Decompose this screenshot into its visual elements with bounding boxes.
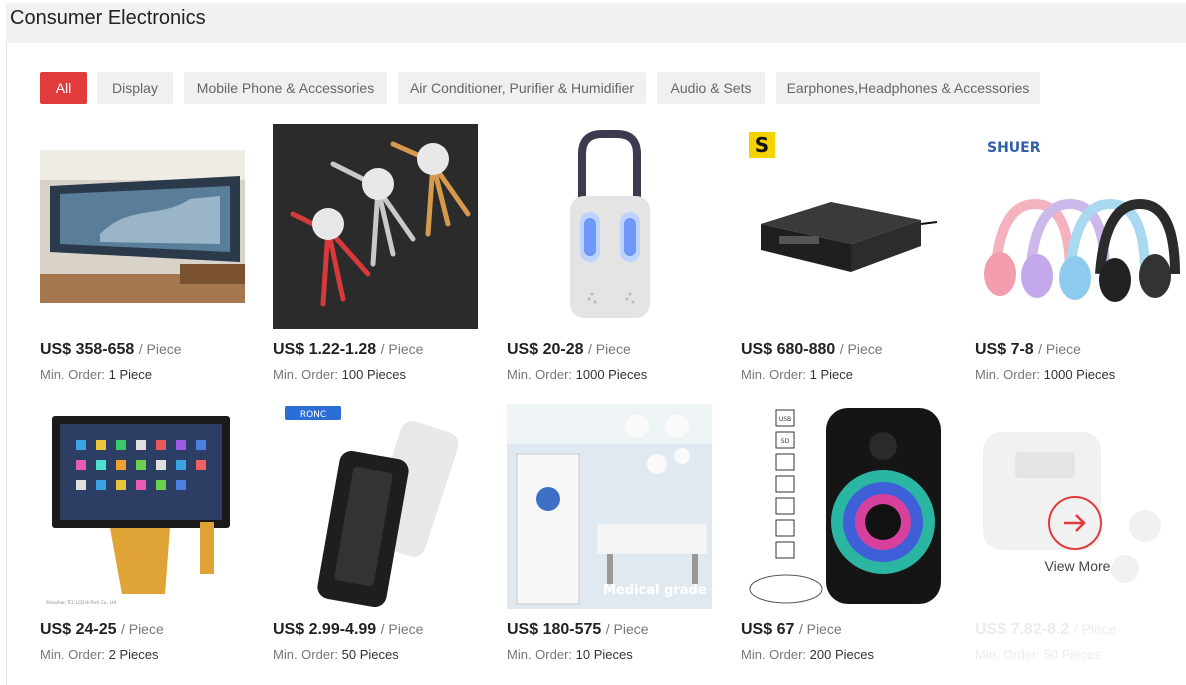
price: US$ 1.22-1.28 xyxy=(273,341,377,358)
usb-feature-icon: USB xyxy=(779,416,791,423)
tab-air-conditioner-purifier-humidifier[interactable]: Air Conditioner, Purifier & Humidifier xyxy=(398,72,646,104)
price: US$ 7.82-8.2 xyxy=(975,621,1070,638)
price: US$ 358-658 xyxy=(40,341,135,358)
price-line: US$ 2.99-4.99 / Piece xyxy=(273,621,423,639)
min-order-value: 50 Pieces xyxy=(341,647,399,662)
min-order-label: Min. Order: xyxy=(975,367,1041,382)
product-image[interactable]: USB SD xyxy=(741,404,946,609)
product-image[interactable] xyxy=(40,124,245,329)
min-order: Min. Order: 50 Pieces xyxy=(273,647,399,662)
min-order: Min. Order: 10 Pieces xyxy=(507,647,633,662)
sd-feature-icon: SD xyxy=(781,438,790,445)
brand-logo-mark: S xyxy=(755,133,769,157)
supplier-caption: Shenzhen TCC LCD Hi-Tech Co., Ltd xyxy=(46,600,117,605)
section-border xyxy=(6,43,7,685)
min-order-value: 1 Piece xyxy=(108,367,153,382)
price-unit: / Piece xyxy=(1073,621,1117,637)
min-order: Min. Order: 50 Pieces xyxy=(975,647,1101,662)
min-order-label: Min. Order: xyxy=(273,647,339,662)
price: US$ 7-8 xyxy=(975,341,1034,358)
product-image[interactable] xyxy=(273,124,478,329)
min-order: Min. Order: 2 Pieces xyxy=(40,647,159,662)
price-unit: / Piece xyxy=(1038,341,1081,357)
price-unit: / Piece xyxy=(605,621,649,637)
min-order-value: 1000 Pieces xyxy=(575,367,648,382)
min-order-label: Min. Order: xyxy=(507,367,573,382)
product-image[interactable]: RONC xyxy=(273,404,478,609)
tab-earphones-headphones-accessories[interactable]: Earphones,Headphones & Accessories xyxy=(776,72,1040,104)
min-order: Min. Order: 1 Piece xyxy=(741,367,853,382)
price-line: US$ 7-8 / Piece xyxy=(975,341,1081,359)
min-order-label: Min. Order: xyxy=(741,647,807,662)
product-image[interactable]: S xyxy=(741,124,946,329)
price: US$ 2.99-4.99 xyxy=(273,621,377,638)
price: US$ 24-25 xyxy=(40,621,117,638)
price-unit: / Piece xyxy=(138,341,182,357)
min-order-label: Min. Order: xyxy=(40,367,106,382)
price-line: US$ 180-575 / Piece xyxy=(507,621,649,639)
product-image[interactable]: SHUER xyxy=(975,124,1180,329)
price-unit: / Piece xyxy=(798,621,842,637)
min-order: Min. Order: 200 Pieces xyxy=(741,647,874,662)
tab-display[interactable]: Display xyxy=(97,72,173,104)
price: US$ 67 xyxy=(741,621,795,638)
min-order: Min. Order: 1 Piece xyxy=(40,367,152,382)
price-line: US$ 1.22-1.28 / Piece xyxy=(273,341,423,359)
price: US$ 180-575 xyxy=(507,621,602,638)
min-order-label: Min. Order: xyxy=(975,647,1041,662)
price-line: US$ 7.82-8.2 / Piece xyxy=(975,621,1117,639)
section-title: Consumer Electronics xyxy=(10,7,206,29)
min-order-label: Min. Order: xyxy=(40,647,106,662)
product-image[interactable] xyxy=(507,124,712,329)
price: US$ 20-28 xyxy=(507,341,584,358)
price-unit: / Piece xyxy=(839,341,883,357)
view-more-button[interactable]: View More xyxy=(975,404,1180,609)
price: US$ 680-880 xyxy=(741,341,836,358)
tab-audio-sets[interactable]: Audio & Sets xyxy=(657,72,765,104)
min-order-value: 1000 Pieces xyxy=(1043,367,1116,382)
brand-label: RONC xyxy=(300,410,326,420)
min-order-value: 10 Pieces xyxy=(575,647,633,662)
min-order-value: 50 Pieces xyxy=(1043,647,1101,662)
price-unit: / Piece xyxy=(120,621,164,637)
min-order-value: 200 Pieces xyxy=(809,647,874,662)
price-line: US$ 358-658 / Piece xyxy=(40,341,182,359)
min-order-label: Min. Order: xyxy=(273,367,339,382)
min-order-label: Min. Order: xyxy=(741,367,807,382)
section-header: Consumer Electronics xyxy=(6,3,1186,43)
min-order-label: Min. Order: xyxy=(507,647,573,662)
tab-all[interactable]: All xyxy=(40,72,87,104)
min-order-value: 1 Piece xyxy=(809,367,854,382)
min-order: Min. Order: 1000 Pieces xyxy=(507,367,647,382)
min-order: Min. Order: 100 Pieces xyxy=(273,367,406,382)
price-line: US$ 20-28 / Piece xyxy=(507,341,631,359)
tab-mobile-phone-accessories[interactable]: Mobile Phone & Accessories xyxy=(184,72,387,104)
product-image[interactable]: Shenzhen TCC LCD Hi-Tech Co., Ltd xyxy=(40,404,245,609)
price-unit: / Piece xyxy=(587,341,631,357)
price-line: US$ 680-880 / Piece xyxy=(741,341,883,359)
medical-grade-caption: Medical grade xyxy=(603,583,707,598)
brand-label: SHUER xyxy=(987,140,1041,156)
price-unit: / Piece xyxy=(380,341,424,357)
min-order-value: 2 Pieces xyxy=(108,647,159,662)
price-line: US$ 24-25 / Piece xyxy=(40,621,164,639)
min-order-value: 100 Pieces xyxy=(341,367,406,382)
arrow-right-icon xyxy=(1048,496,1102,550)
min-order: Min. Order: 1000 Pieces xyxy=(975,367,1115,382)
product-image[interactable]: Medical grade xyxy=(507,404,712,609)
price-unit: / Piece xyxy=(380,621,424,637)
brand-logo-icon: S xyxy=(749,132,775,158)
view-more-label: View More xyxy=(1044,558,1111,574)
price-line: US$ 67 / Piece xyxy=(741,621,842,639)
